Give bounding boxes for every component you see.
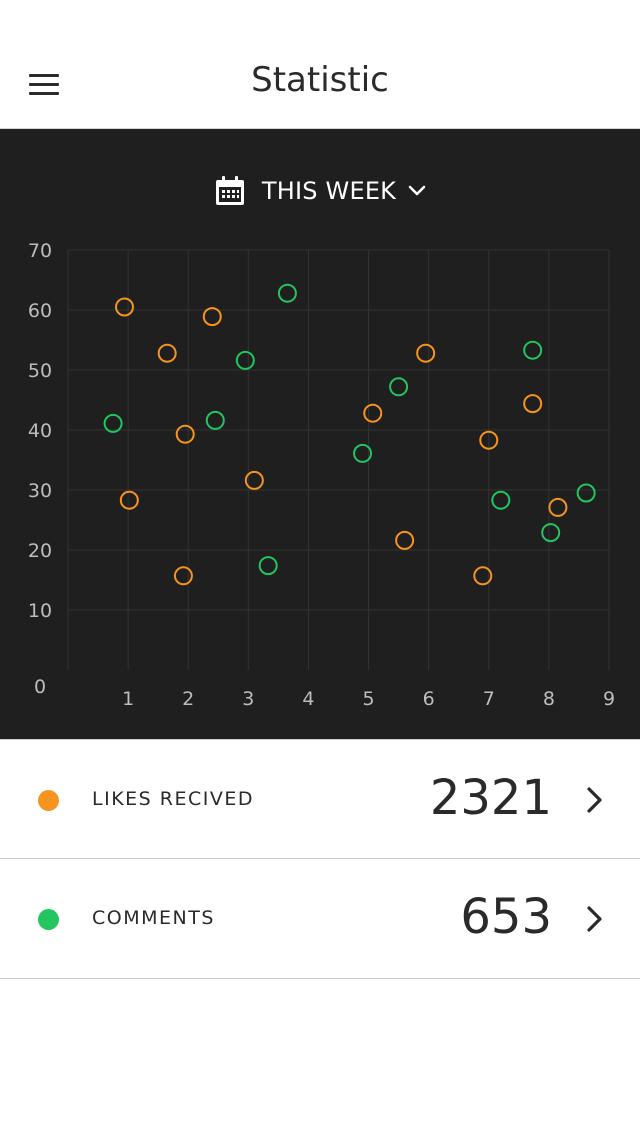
likes-data-point <box>173 566 193 586</box>
chart-panel: THIS WEEK 0 10 20 30 40 50 60 70 1 2 3 4 5 6 7 8 9 <box>0 129 640 739</box>
y-tick-label: 60 <box>28 300 52 322</box>
comments-data-point <box>389 377 409 397</box>
likes-data-point <box>523 394 543 414</box>
comments-data-point <box>205 410 225 430</box>
chevron-right-icon <box>587 906 602 932</box>
chevron-right-icon <box>587 787 602 813</box>
comments-data-point <box>576 483 596 503</box>
comments-data-point <box>277 283 297 303</box>
scatter-chart: 0 10 20 30 40 50 60 70 1 2 3 4 5 6 7 8 9 <box>28 240 615 710</box>
likes-data-point <box>363 403 383 423</box>
y-tick-label: 70 <box>28 240 52 262</box>
y-tick-label: 40 <box>28 420 52 442</box>
y-tick-label: 30 <box>28 480 52 502</box>
likes-data-point <box>175 424 195 444</box>
likes-data-point <box>202 307 222 327</box>
comments-data-point <box>523 340 543 360</box>
page-title: Statistic <box>251 60 389 100</box>
x-tick-label: 2 <box>182 688 194 710</box>
likes-data-point <box>115 297 135 317</box>
y-tick-label: 20 <box>28 540 52 562</box>
x-tick-label: 6 <box>423 688 435 710</box>
comments-count: 653 <box>460 889 552 945</box>
comments-label: COMMENTS <box>92 907 215 929</box>
x-tick-label: 9 <box>603 688 615 710</box>
likes-label: LIKES RECIVED <box>92 788 254 810</box>
y-tick-label: 0 <box>34 676 46 698</box>
x-tick-label: 1 <box>122 688 134 710</box>
comments-row[interactable]: COMMENTS 653 <box>0 859 640 979</box>
likes-data-point <box>157 343 177 363</box>
app-header: Statistic <box>0 0 640 129</box>
comments-legend-dot <box>38 909 59 930</box>
comments-data-point <box>235 350 255 370</box>
comments-data-point <box>103 413 123 433</box>
x-tick-label: 4 <box>302 688 314 710</box>
x-tick-label: 3 <box>242 688 254 710</box>
likes-received-row[interactable]: LIKES RECIVED 2321 <box>0 739 640 859</box>
x-tick-label: 5 <box>363 688 375 710</box>
likes-data-point <box>548 497 568 517</box>
y-tick-label: 10 <box>28 600 52 622</box>
likes-data-point <box>119 490 139 510</box>
x-tick-label: 8 <box>543 688 555 710</box>
likes-data-point <box>416 343 436 363</box>
comments-data-point <box>541 523 561 543</box>
likes-legend-dot <box>38 790 59 811</box>
comments-data-point <box>491 490 511 510</box>
x-tick-label: 7 <box>483 688 495 710</box>
y-tick-label: 50 <box>28 360 52 382</box>
comments-data-point <box>258 556 278 576</box>
likes-count: 2321 <box>429 770 552 826</box>
likes-data-point <box>395 530 415 550</box>
